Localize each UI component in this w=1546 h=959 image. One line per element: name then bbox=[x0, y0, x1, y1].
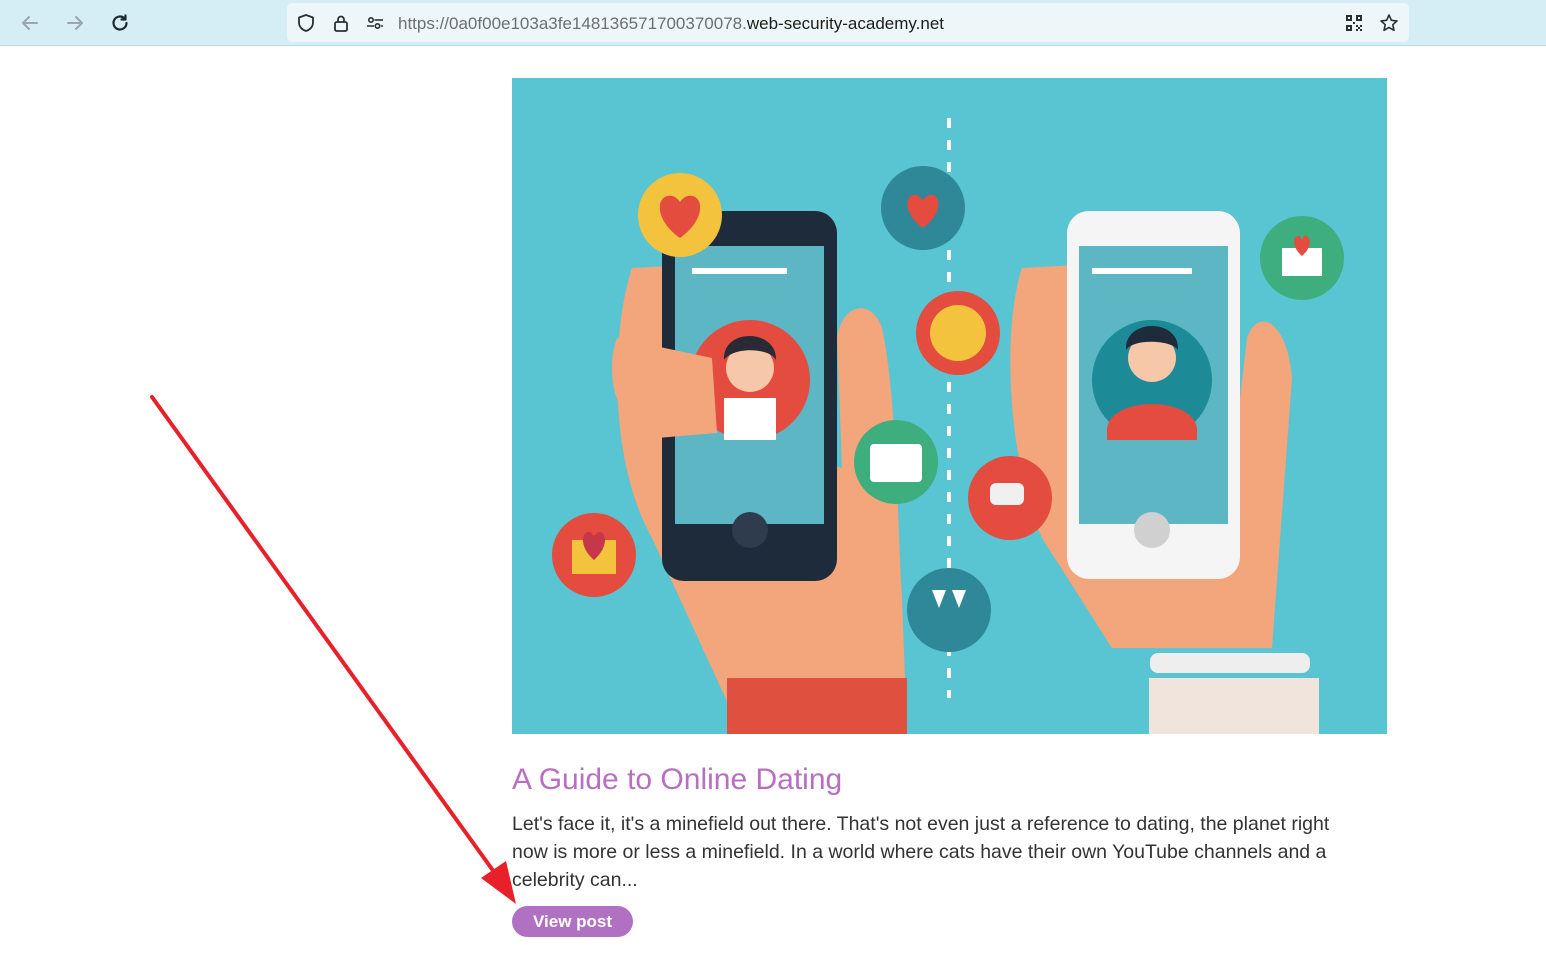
forward-button[interactable] bbox=[59, 7, 91, 39]
post-image[interactable] bbox=[512, 78, 1387, 734]
lock-icon[interactable] bbox=[331, 13, 351, 33]
reload-button[interactable] bbox=[104, 7, 136, 39]
back-button[interactable] bbox=[14, 7, 46, 39]
url-text[interactable]: https://0a0f00e103a3fe148136571700370078… bbox=[398, 14, 944, 34]
post-excerpt: Let's face it, it's a minefield out ther… bbox=[512, 813, 1330, 891]
address-bar[interactable]: https://0a0f00e103a3fe148136571700370078… bbox=[287, 3, 1409, 42]
annotation-arrow-shaft bbox=[150, 395, 504, 885]
back-arrow-icon bbox=[22, 16, 38, 30]
url-prefix: https://0a0f00e103a3fe148136571700370078… bbox=[398, 14, 747, 33]
url-host: web-security-academy.net bbox=[746, 14, 944, 33]
reload-icon bbox=[112, 14, 128, 31]
annotation-arrowhead bbox=[481, 861, 516, 904]
browser-toolbar: https://0a0f00e103a3fe148136571700370078… bbox=[0, 0, 1546, 46]
permissions-icon[interactable] bbox=[365, 13, 385, 33]
view-post-button[interactable]: View post bbox=[512, 906, 634, 937]
qr-code-icon[interactable] bbox=[1344, 13, 1364, 33]
shield-icon[interactable] bbox=[296, 13, 316, 33]
post-title[interactable]: A Guide to Online Dating bbox=[512, 762, 1387, 798]
blog-post-card: A Guide to Online Dating Let's face it, … bbox=[512, 78, 1387, 937]
forward-arrow-icon bbox=[67, 16, 83, 30]
star-icon[interactable] bbox=[1379, 13, 1399, 33]
